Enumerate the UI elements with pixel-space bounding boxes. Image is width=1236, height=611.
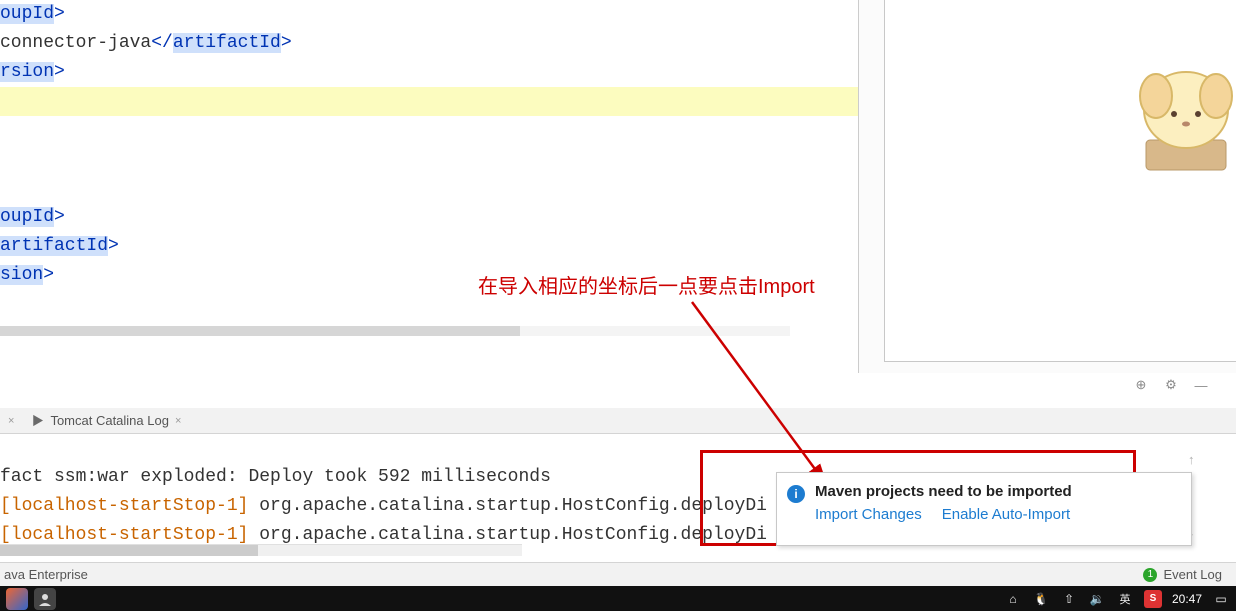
taskbar-tray: ⌂ 🐧 ⇧ 🔉 英 S 20:47 ▭	[1004, 590, 1230, 608]
import-popup: i Maven projects need to be imported Imp…	[776, 472, 1192, 546]
tabs-bar: × Tomcat Catalina Log ×	[0, 408, 1236, 434]
popup-title: Maven projects need to be imported	[815, 483, 1181, 500]
tag-artifactid: artifactId	[173, 33, 281, 53]
editor-hscrollbar-thumb[interactable]	[0, 326, 520, 336]
event-badge: 1	[1143, 568, 1157, 582]
tag-groupid: oupId	[0, 4, 54, 24]
console-line: fact ssm:war exploded: Deploy took 592 m…	[0, 467, 551, 487]
tab-close[interactable]: ×	[8, 415, 14, 427]
clock[interactable]: 20:47	[1172, 592, 1202, 606]
os-taskbar: ⌂ 🐧 ⇧ 🔉 英 S 20:47 ▭	[0, 586, 1236, 611]
wifi-icon[interactable]: ⇧	[1060, 590, 1078, 608]
gear-icon[interactable]: ⚙	[1162, 376, 1180, 394]
annotation-text: 在导入相应的坐标后一点要点击Import	[478, 270, 815, 299]
status-bar: ava Enterprise 1 Event Log	[0, 562, 1236, 586]
console-thread: [localhost-startStop-1]	[0, 525, 248, 545]
highlighted-line	[0, 87, 858, 116]
sogou-icon[interactable]: S	[1144, 590, 1162, 608]
code-editor[interactable]: oupId> connector-java</artifactId> rsion…	[0, 0, 858, 373]
tag-version: rsion	[0, 62, 54, 82]
taskbar-app-icon[interactable]	[34, 588, 56, 610]
console-thread: [localhost-startStop-1]	[0, 496, 248, 516]
console-hscrollbar[interactable]	[0, 544, 522, 556]
tag-groupid2: oupId	[0, 207, 54, 227]
panel-toolbar: ⊕ ⚙ —	[1132, 376, 1210, 394]
minimize-icon[interactable]: —	[1192, 376, 1210, 394]
event-log-link[interactable]: Event Log	[1163, 567, 1222, 582]
notification-icon[interactable]: ▭	[1212, 590, 1230, 608]
home-icon[interactable]: ⌂	[1004, 590, 1022, 608]
tag-artifactid2: artifactId	[0, 236, 108, 256]
assist-icon[interactable]: 🐧	[1032, 590, 1050, 608]
mascot-image	[1126, 40, 1236, 180]
console-hscrollbar-thumb[interactable]	[0, 545, 258, 556]
tab-server[interactable]: ×	[0, 412, 22, 430]
sound-icon[interactable]: 🔉	[1088, 590, 1106, 608]
taskbar-app-icon[interactable]	[6, 588, 28, 610]
tab-tomcat-log[interactable]: Tomcat Catalina Log ×	[22, 410, 189, 431]
editor-hscrollbar[interactable]	[0, 326, 790, 336]
ime-indicator[interactable]: 英	[1116, 590, 1134, 608]
code-text: connector-java	[0, 33, 151, 53]
crosshair-icon[interactable]: ⊕	[1132, 376, 1150, 394]
tag-version2: sion	[0, 265, 43, 285]
enable-auto-import-link[interactable]: Enable Auto-Import	[942, 506, 1070, 523]
status-left[interactable]: ava Enterprise	[0, 567, 1143, 582]
tag-bracket: >	[54, 4, 65, 24]
info-icon: i	[787, 485, 805, 503]
import-changes-link[interactable]: Import Changes	[815, 506, 922, 523]
play-icon	[30, 414, 44, 428]
tab-close[interactable]: ×	[175, 415, 181, 427]
scroll-up-icon[interactable]: ↑	[1188, 452, 1206, 470]
tab-label: Tomcat Catalina Log	[50, 413, 169, 428]
